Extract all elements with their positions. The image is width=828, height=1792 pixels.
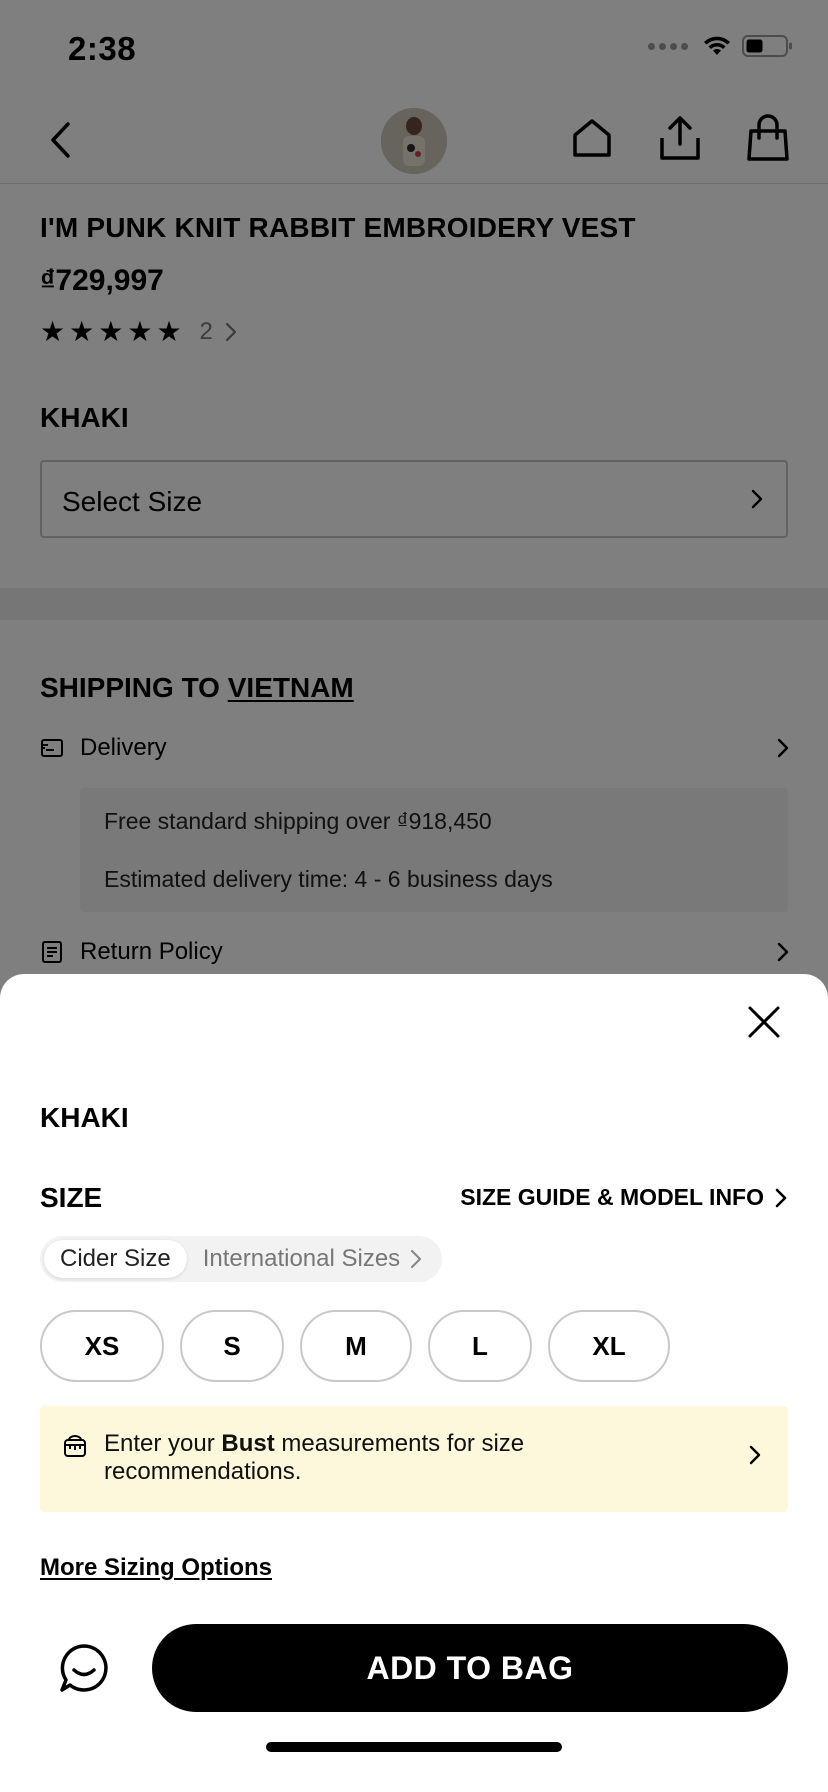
size-type-cider-label: Cider Size (60, 1245, 171, 1272)
home-indicator (266, 1742, 562, 1752)
chat-icon[interactable] (58, 1642, 110, 1694)
more-sizing-options-link[interactable]: More Sizing Options (40, 1554, 272, 1582)
chevron-right-icon (775, 1188, 787, 1207)
chevron-right-icon (749, 1445, 761, 1465)
size-option-l[interactable]: L (428, 1310, 532, 1382)
size-type-international[interactable]: International Sizes (187, 1240, 438, 1278)
size-type-cider[interactable]: Cider Size (44, 1240, 187, 1278)
measurement-banner[interactable]: Enter your Bust measurements for size re… (40, 1406, 788, 1512)
size-guide-link[interactable]: SIZE GUIDE & MODEL INFO (460, 1184, 788, 1211)
measure-prefix: Enter your (104, 1430, 222, 1457)
size-heading: SIZE (40, 1182, 103, 1213)
measure-icon (64, 1435, 86, 1457)
measure-bold: Bust (221, 1430, 275, 1457)
size-guide-label: SIZE GUIDE & MODEL INFO (460, 1184, 764, 1210)
size-options: XS S M L XL (40, 1310, 670, 1382)
size-option-s[interactable]: S (180, 1310, 284, 1382)
size-option-xl[interactable]: XL (548, 1310, 670, 1382)
add-to-bag-button[interactable]: ADD TO BAG (152, 1624, 788, 1712)
selected-color-label: KHAKI (40, 1102, 129, 1133)
size-option-xs[interactable]: XS (40, 1310, 164, 1382)
size-type-international-label: International Sizes (202, 1245, 401, 1272)
size-selection-sheet: KHAKI SIZE SIZE GUIDE & MODEL INFO Cider… (0, 974, 828, 1792)
size-option-m[interactable]: M (300, 1310, 412, 1382)
close-icon[interactable] (746, 1004, 782, 1040)
size-type-toggle: Cider Size International Sizes (40, 1236, 443, 1282)
measurement-prompt: Enter your Bust measurements for size re… (104, 1430, 664, 1486)
chevron-right-icon (410, 1249, 422, 1269)
